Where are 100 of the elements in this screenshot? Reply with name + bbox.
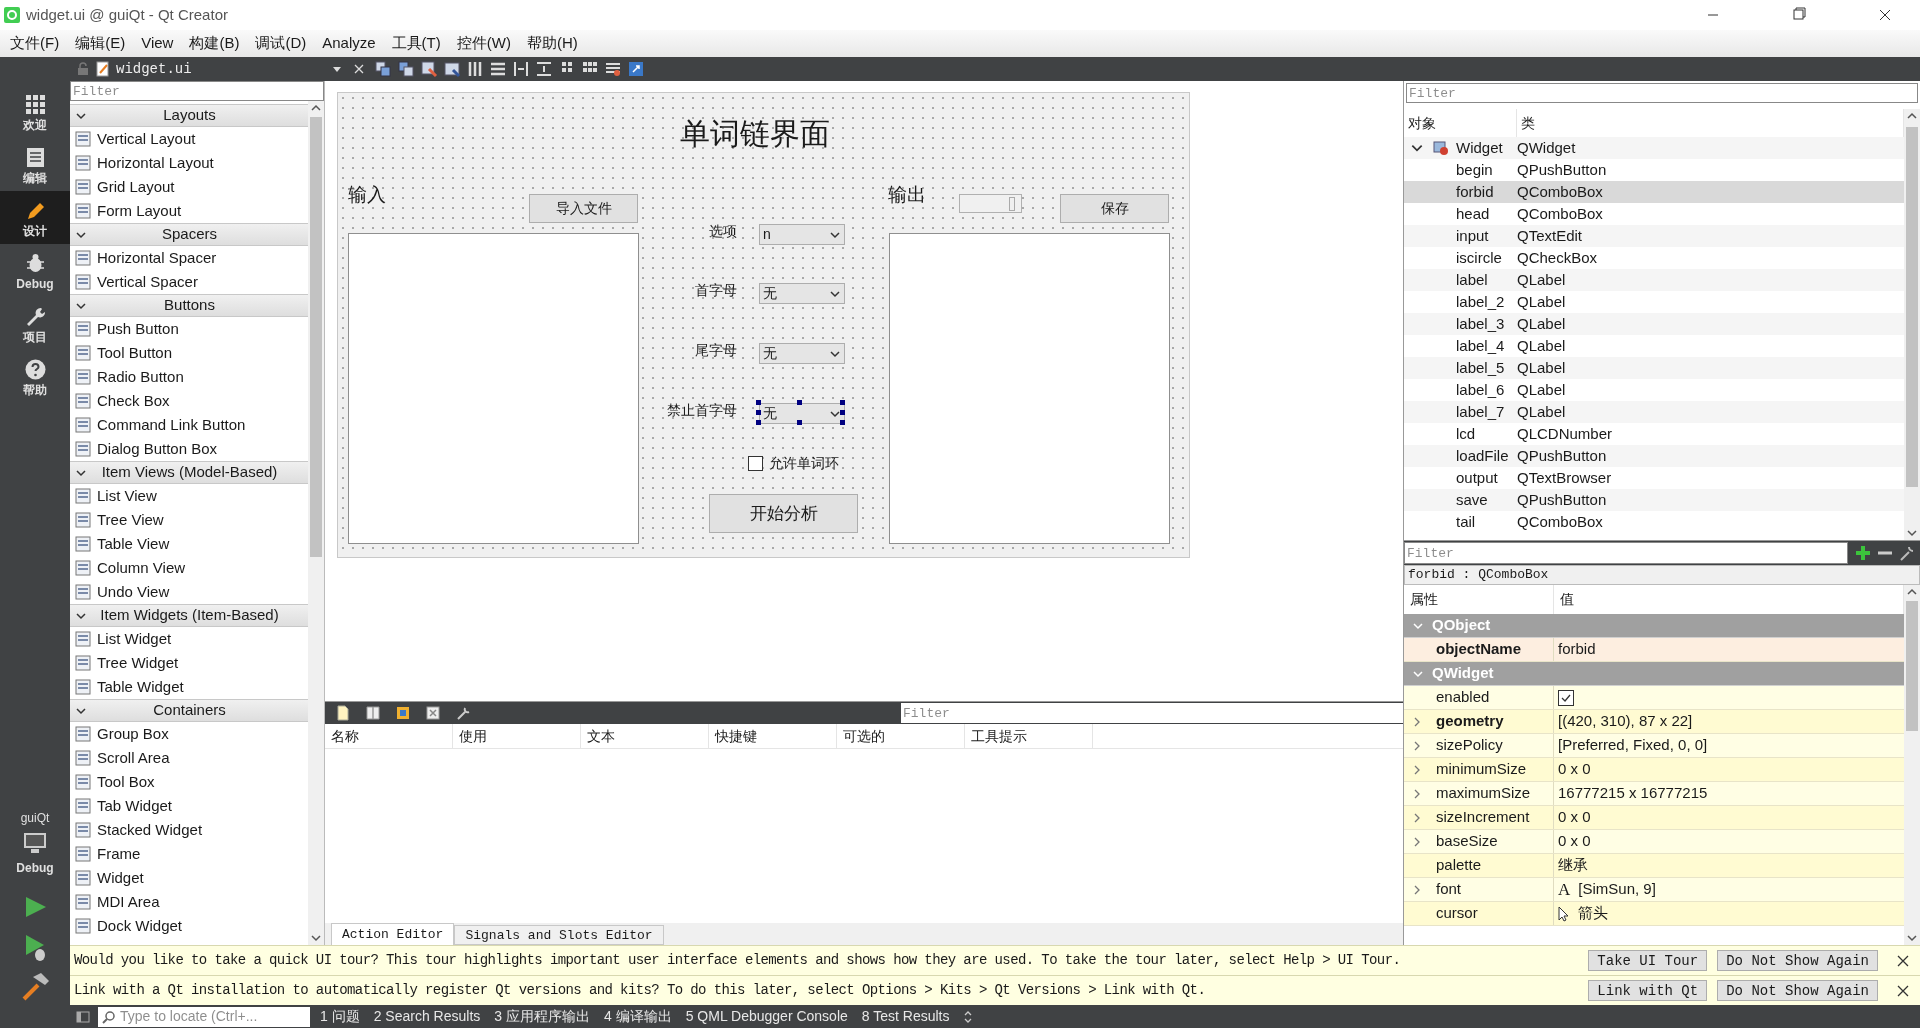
category-header[interactable]: Containers: [70, 699, 308, 722]
horizontal-splitter-icon[interactable]: [511, 60, 530, 78]
scrollbar[interactable]: [1904, 109, 1920, 540]
menu-item[interactable]: 构建(B): [181, 32, 248, 55]
new-action-icon[interactable]: [335, 705, 351, 721]
property-value[interactable]: forbid: [1558, 638, 1596, 661]
tree-row[interactable]: input QTextEdit: [1404, 225, 1904, 247]
property-value[interactable]: [(420, 310), 87 x 22]: [1558, 710, 1693, 733]
editor-tab[interactable]: Action Editor: [331, 923, 455, 945]
widget-edit-icon[interactable]: [373, 60, 392, 78]
property-value[interactable]: 继承: [1558, 854, 1588, 877]
menu-item[interactable]: View: [133, 32, 182, 55]
start-analysis-button[interactable]: 开始分析: [709, 494, 858, 533]
menu-item[interactable]: 帮助(H): [518, 32, 586, 55]
tree-row[interactable]: forbid QComboBox: [1404, 181, 1904, 203]
delete-action-icon[interactable]: [425, 705, 441, 721]
resize-handle[interactable]: [840, 410, 845, 415]
menu-item[interactable]: Analyze: [314, 32, 384, 55]
widget-list-item[interactable]: Stacked Widget: [70, 818, 308, 842]
resize-handle[interactable]: [756, 400, 761, 405]
scrollbar-thumb[interactable]: [1906, 127, 1918, 487]
adjust-size-icon[interactable]: [626, 60, 645, 78]
tree-row[interactable]: label_3 QLabel: [1404, 313, 1904, 335]
tree-row[interactable]: label_7 QLabel: [1404, 401, 1904, 423]
widget-list-item[interactable]: Scroll Area: [70, 746, 308, 770]
menu-item[interactable]: 文件(F): [2, 32, 68, 55]
tree-row[interactable]: save QPushButton: [1404, 489, 1904, 511]
tree-row[interactable]: Widget QWidget: [1404, 137, 1904, 159]
widget-list-item[interactable]: List View: [70, 484, 308, 508]
mode-tab[interactable]: Debug: [0, 244, 70, 297]
resize-handle[interactable]: [797, 420, 802, 425]
load-file-button[interactable]: 导入文件: [529, 194, 638, 223]
filter-field[interactable]: Filter: [1404, 542, 1848, 564]
tree-row[interactable]: label QLabel: [1404, 269, 1904, 291]
filter-field[interactable]: Filter: [901, 703, 1403, 723]
resize-handle[interactable]: [840, 420, 845, 425]
chevron-right-icon[interactable]: [1412, 715, 1422, 728]
widget-list-item[interactable]: Tree View: [70, 508, 308, 532]
wrench-icon[interactable]: [455, 705, 471, 721]
widget-list-item[interactable]: Form Layout: [70, 199, 308, 223]
property-value[interactable]: 0 x 0: [1558, 758, 1591, 781]
menu-item[interactable]: 编辑(E): [67, 32, 134, 55]
widget-list-item[interactable]: Group Box: [70, 722, 308, 746]
widget-list-item[interactable]: Horizontal Spacer: [70, 246, 308, 270]
column-header[interactable]: 快捷键: [709, 724, 837, 748]
checkbox[interactable]: 允许单词环: [748, 453, 839, 474]
scrollbar-thumb[interactable]: [310, 117, 322, 557]
dropdown[interactable]: 无: [759, 283, 845, 304]
category-header[interactable]: Item Widgets (Item-Based): [70, 604, 308, 627]
kit-selector[interactable]: guiQt Debug: [0, 809, 70, 887]
rows-icon[interactable]: [488, 60, 507, 78]
widget-list-item[interactable]: Horizontal Layout: [70, 151, 308, 175]
menu-item[interactable]: 控件(W): [448, 32, 519, 55]
chevron-right-icon[interactable]: [1412, 763, 1422, 776]
tree-row[interactable]: label_5 QLabel: [1404, 357, 1904, 379]
chevron-right-icon[interactable]: [1412, 835, 1422, 848]
widget-list-item[interactable]: List Widget: [70, 627, 308, 651]
up-down-arrows-icon[interactable]: [963, 1009, 974, 1024]
mode-tab[interactable]: 帮助: [0, 350, 70, 403]
category-header[interactable]: Buttons: [70, 294, 308, 317]
widget-list-item[interactable]: Dock Widget: [70, 914, 308, 938]
save-button[interactable]: 保存: [1060, 194, 1169, 223]
output-pane-button[interactable]: 5 QML Debugger Console: [685, 1006, 848, 1027]
column-header[interactable]: 工具提示: [965, 724, 1093, 748]
scrollbar[interactable]: [1904, 585, 1920, 945]
widget-list-item[interactable]: Check Box: [70, 389, 308, 413]
dropdown-caret-icon[interactable]: [331, 64, 342, 74]
widget-list-item[interactable]: Tool Button: [70, 341, 308, 365]
output-pane-button[interactable]: 3 应用程序输出: [494, 1006, 590, 1027]
mode-tab[interactable]: 编辑: [0, 138, 70, 191]
filter-field[interactable]: Filter: [70, 81, 324, 101]
widget-list-item[interactable]: Tree Widget: [70, 651, 308, 675]
category-header[interactable]: Item Views (Model-Based): [70, 461, 308, 484]
dropdown[interactable]: 无: [759, 343, 845, 364]
widget-list-item[interactable]: Grid Layout: [70, 175, 308, 199]
chevron-right-icon[interactable]: [1412, 787, 1422, 800]
filter-field[interactable]: Filter: [1406, 83, 1918, 103]
widget-list-item[interactable]: Frame: [70, 842, 308, 866]
menu-item[interactable]: 调试(D): [247, 32, 315, 55]
info-button[interactable]: Do Not Show Again: [1717, 980, 1878, 1001]
widget-list-item[interactable]: Undo View: [70, 580, 308, 604]
input-text-area[interactable]: [348, 233, 639, 544]
scrollbar[interactable]: [308, 101, 324, 945]
widget-list-item[interactable]: Vertical Spacer: [70, 270, 308, 294]
widget-list-item[interactable]: Vertical Layout: [70, 127, 308, 151]
editor-tab[interactable]: Signals and Slots Editor: [454, 925, 664, 945]
widget-list-item[interactable]: Dialog Button Box: [70, 437, 308, 461]
menu-item[interactable]: 工具(T): [383, 32, 449, 55]
vertical-splitter-icon[interactable]: [534, 60, 553, 78]
close-icon[interactable]: [1896, 983, 1910, 998]
checkbox[interactable]: [1558, 689, 1574, 706]
chevron-right-icon[interactable]: [1412, 739, 1422, 752]
info-button[interactable]: Link with Qt: [1588, 980, 1708, 1001]
category-header[interactable]: Spacers: [70, 223, 308, 246]
category-header[interactable]: Layouts: [70, 104, 308, 127]
info-button[interactable]: Take UI Tour: [1588, 950, 1708, 971]
file-tab[interactable]: widget.ui: [116, 58, 192, 80]
widget-list-item[interactable]: Push Button: [70, 317, 308, 341]
widget-list-item[interactable]: Column View: [70, 556, 308, 580]
wrench-icon[interactable]: [1898, 544, 1916, 562]
